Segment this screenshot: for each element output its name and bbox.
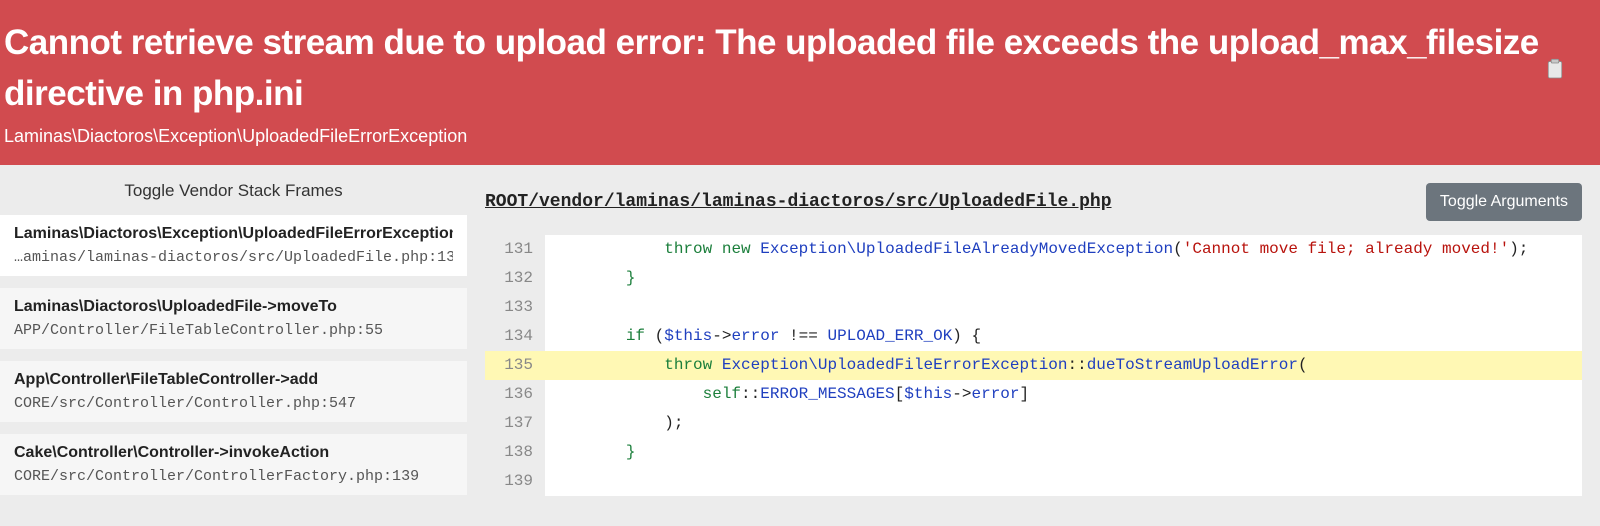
- code-line: 138 }: [485, 438, 1582, 467]
- line-number: 132: [485, 264, 545, 293]
- stack-frame-call: App\Controller\FileTableController->add: [14, 371, 453, 389]
- stack-frame-location: CORE/src/Controller/Controller.php:547: [14, 395, 453, 412]
- code-line: 131 throw new Exception\UploadedFileAlre…: [485, 235, 1582, 264]
- toggle-arguments-button[interactable]: Toggle Arguments: [1426, 183, 1582, 221]
- code-text: }: [545, 438, 635, 467]
- line-number: 137: [485, 409, 545, 438]
- code-text: self::ERROR_MESSAGES[$this->error]: [545, 380, 1029, 409]
- line-number: 138: [485, 438, 545, 467]
- source-code: 131 throw new Exception\UploadedFileAlre…: [485, 235, 1582, 496]
- stack-frame[interactable]: Laminas\Diactoros\Exception\UploadedFile…: [0, 215, 467, 276]
- stack-frame[interactable]: Cake\Controller\Controller->invokeAction…: [0, 434, 467, 495]
- stack-frame-list: Laminas\Diactoros\Exception\UploadedFile…: [0, 215, 467, 495]
- stack-frame[interactable]: Laminas\Diactoros\UploadedFile->moveTo AP…: [0, 288, 467, 349]
- exception-class: Laminas\Diactoros\Exception\UploadedFile…: [0, 120, 1600, 147]
- clipboard-icon[interactable]: [1546, 58, 1564, 80]
- stack-frame[interactable]: App\Controller\FileTableController->add C…: [0, 361, 467, 422]
- code-text: if ($this->error !== UPLOAD_ERR_OK) {: [545, 322, 981, 351]
- code-text: throw Exception\UploadedFileErrorExcepti…: [545, 351, 1308, 380]
- stack-frame-location: CORE/src/Controller/ControllerFactory.ph…: [14, 468, 453, 485]
- line-number: 139: [485, 467, 545, 496]
- line-number: 136: [485, 380, 545, 409]
- stack-frame-call: Laminas\Diactoros\Exception\UploadedFile…: [14, 225, 453, 243]
- code-line: 136 self::ERROR_MESSAGES[$this->error]: [485, 380, 1582, 409]
- stack-frame-location: …aminas/laminas-diactoros/src/UploadedFi…: [14, 249, 453, 266]
- body: Toggle Vendor Stack Frames Laminas\Diact…: [0, 165, 1600, 526]
- error-title: Cannot retrieve stream due to upload err…: [0, 18, 1600, 120]
- stack-frame-call: Laminas\Diactoros\UploadedFile->moveTo: [14, 298, 453, 316]
- line-number: 135: [485, 351, 545, 380]
- source-panel: ROOT/vendor/laminas/laminas-diactoros/sr…: [467, 165, 1600, 526]
- code-line: 132 }: [485, 264, 1582, 293]
- line-number: 134: [485, 322, 545, 351]
- stack-sidebar: Toggle Vendor Stack Frames Laminas\Diact…: [0, 165, 467, 526]
- code-line: 137 );: [485, 409, 1582, 438]
- code-line: 139: [485, 467, 1582, 496]
- error-header: Cannot retrieve stream due to upload err…: [0, 0, 1600, 165]
- line-number: 131: [485, 235, 545, 264]
- code-line: 135 throw Exception\UploadedFileErrorExc…: [485, 351, 1582, 380]
- file-header: ROOT/vendor/laminas/laminas-diactoros/sr…: [485, 183, 1582, 221]
- code-text: }: [545, 264, 635, 293]
- toggle-vendor-frames[interactable]: Toggle Vendor Stack Frames: [0, 167, 467, 215]
- file-path-link[interactable]: ROOT/vendor/laminas/laminas-diactoros/sr…: [485, 192, 1112, 212]
- stack-frame-call: Cake\Controller\Controller->invokeAction: [14, 444, 453, 462]
- line-number: 133: [485, 293, 545, 322]
- code-text: );: [545, 409, 683, 438]
- code-line: 134 if ($this->error !== UPLOAD_ERR_OK) …: [485, 322, 1582, 351]
- stack-frame-location: APP/Controller/FileTableController.php:5…: [14, 322, 453, 339]
- code-text: throw new Exception\UploadedFileAlreadyM…: [545, 235, 1528, 264]
- code-line: 133: [485, 293, 1582, 322]
